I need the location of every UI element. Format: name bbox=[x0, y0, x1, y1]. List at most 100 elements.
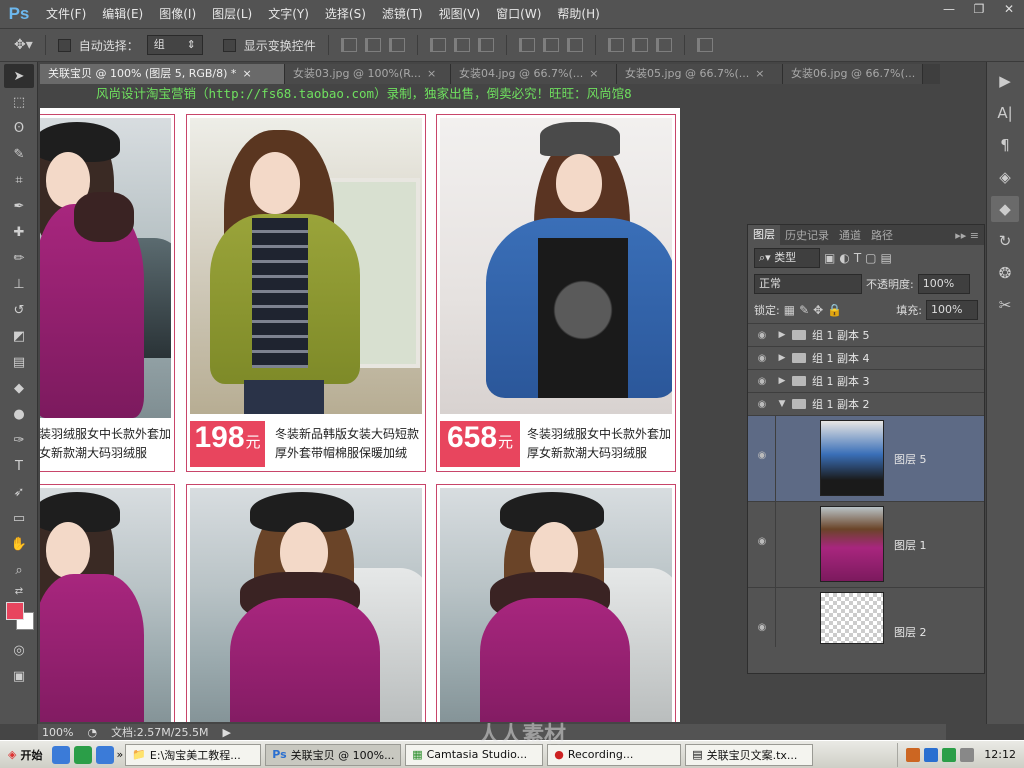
ie-icon[interactable] bbox=[52, 745, 71, 764]
menu-type[interactable]: 文字(Y) bbox=[260, 0, 317, 28]
close-tab-icon[interactable]: × bbox=[427, 67, 436, 80]
menu-filter[interactable]: 滤镜(T) bbox=[374, 0, 431, 28]
tab-doc-3[interactable]: 女装04.jpg @ 66.7%(... × bbox=[451, 64, 617, 84]
visibility-eye-icon[interactable]: ◉ bbox=[748, 330, 776, 341]
healing-brush-tool-icon[interactable]: ✚ bbox=[4, 220, 34, 244]
taskbar-photoshop[interactable]: Ps 关联宝贝 @ 100%... bbox=[265, 743, 402, 766]
tab-channels[interactable]: 通道 bbox=[834, 227, 866, 243]
taskbar-explorer[interactable]: 📁 E:\淘宝美工教程... bbox=[125, 743, 262, 766]
network-icon[interactable] bbox=[924, 747, 939, 762]
filter-pixel-icon[interactable]: ▣ bbox=[824, 251, 835, 265]
menu-window[interactable]: 窗口(W) bbox=[488, 0, 549, 28]
filter-adjust-icon[interactable]: ◐ bbox=[839, 251, 849, 265]
tab-doc-2[interactable]: 女装03.jpg @ 100%(R... × bbox=[285, 64, 451, 84]
taskbar-notepad[interactable]: ▤ 关联宝贝文案.tx... bbox=[685, 743, 814, 766]
menu-image[interactable]: 图像(I) bbox=[151, 0, 204, 28]
visibility-eye-icon[interactable]: ◉ bbox=[748, 450, 776, 461]
product-card-partial-1[interactable]: 装羽绒服女中长款外套加 女新款潮大码羽绒服 bbox=[40, 114, 175, 472]
move-tool-icon[interactable]: ➤ bbox=[4, 64, 34, 88]
align-bottom-icon[interactable] bbox=[388, 38, 405, 52]
security-icon[interactable] bbox=[942, 747, 957, 762]
pen-tool-icon[interactable]: ✑ bbox=[4, 428, 34, 452]
close-tab-icon[interactable]: × bbox=[755, 67, 764, 80]
visibility-column[interactable]: ◉ bbox=[748, 588, 776, 647]
visibility-column[interactable]: ◉ bbox=[748, 502, 776, 587]
visibility-eye-icon[interactable]: ◉ bbox=[748, 399, 776, 410]
restore-button[interactable]: ❐ bbox=[964, 0, 994, 18]
swap-colors-icon[interactable]: ⇄ bbox=[4, 584, 34, 598]
tab-paths[interactable]: 路径 bbox=[866, 227, 898, 243]
quick-select-tool-icon[interactable]: ✎ bbox=[4, 142, 34, 166]
color-swatches[interactable] bbox=[4, 600, 34, 636]
filter-smart-icon[interactable]: ▤ bbox=[881, 251, 892, 265]
history-brush-tool-icon[interactable]: ↺ bbox=[4, 298, 34, 322]
filter-shape-icon[interactable]: ▢ bbox=[865, 251, 876, 265]
quick-mask-icon[interactable]: ◎ bbox=[4, 638, 34, 662]
close-tab-icon[interactable]: × bbox=[242, 67, 251, 80]
align-hcenter-icon[interactable] bbox=[453, 38, 470, 52]
distribute-right-icon[interactable] bbox=[655, 38, 672, 52]
auto-select-dropdown[interactable]: 组 ⇕ bbox=[146, 35, 203, 55]
screen-mode-icon[interactable]: ▣ bbox=[4, 664, 34, 688]
layer-row-group[interactable]: ◉ ▶ 组 1 副本 3 bbox=[748, 369, 984, 392]
document-page[interactable]: 装羽绒服女中长款外套加 女新款潮大码羽绒服 198 元 冬装新品韩版女装大码短款 … bbox=[40, 108, 680, 722]
path-select-tool-icon[interactable]: ➶ bbox=[4, 480, 34, 504]
product-card-6[interactable] bbox=[436, 484, 676, 722]
lock-pixels-icon[interactable]: ✎ bbox=[799, 303, 809, 317]
expand-arrow-icon[interactable]: ▶ bbox=[776, 376, 788, 386]
menu-layer[interactable]: 图层(L) bbox=[204, 0, 260, 28]
auto-align-icon[interactable] bbox=[696, 38, 713, 52]
zoom-tool-icon[interactable]: ⌕ bbox=[4, 558, 34, 582]
layer-row-group[interactable]: ◉ ▶ 组 1 副本 4 bbox=[748, 346, 984, 369]
lasso-tool-icon[interactable]: ʘ bbox=[4, 116, 34, 140]
align-left-icon[interactable] bbox=[429, 38, 446, 52]
tab-layers[interactable]: 图层 bbox=[748, 225, 780, 245]
character-icon[interactable]: A| bbox=[991, 100, 1019, 126]
collapse-arrow-icon[interactable]: ▼ bbox=[776, 399, 788, 409]
close-tab-icon[interactable]: × bbox=[921, 67, 922, 80]
visibility-eye-icon[interactable]: ◉ bbox=[748, 622, 776, 633]
ime-icon[interactable] bbox=[906, 747, 921, 762]
more-quicklaunch-icon[interactable]: » bbox=[116, 748, 123, 761]
distribute-bottom-icon[interactable] bbox=[566, 38, 583, 52]
filter-type-icon[interactable]: T bbox=[854, 251, 861, 265]
volume-icon[interactable] bbox=[960, 747, 975, 762]
expand-arrow-icon[interactable]: ▶ bbox=[776, 330, 788, 340]
menu-select[interactable]: 选择(S) bbox=[317, 0, 374, 28]
opacity-input[interactable]: 100% bbox=[917, 274, 970, 294]
distribute-top-icon[interactable] bbox=[518, 38, 535, 52]
clone-stamp-tool-icon[interactable]: ⊥ bbox=[4, 272, 34, 296]
menu-edit[interactable]: 编辑(E) bbox=[94, 0, 151, 28]
lock-all-icon[interactable]: 🔒 bbox=[827, 303, 842, 317]
eyedropper-tool-icon[interactable]: ✒ bbox=[4, 194, 34, 218]
eraser-tool-icon[interactable]: ◩ bbox=[4, 324, 34, 348]
product-card-partial-4[interactable] bbox=[40, 484, 175, 722]
marquee-tool-icon[interactable]: ⬚ bbox=[4, 90, 34, 114]
menu-view[interactable]: 视图(V) bbox=[431, 0, 489, 28]
visibility-eye-icon[interactable]: ◉ bbox=[748, 376, 776, 387]
brush-tool-icon[interactable]: ✏ bbox=[4, 246, 34, 270]
start-button[interactable]: ◈ 开始 bbox=[0, 743, 50, 767]
status-arrow-icon[interactable]: ▶ bbox=[222, 726, 230, 739]
menu-help[interactable]: 帮助(H) bbox=[549, 0, 607, 28]
taskbar-recording[interactable]: ● Recording... bbox=[547, 743, 682, 766]
lock-position-icon[interactable]: ✥ bbox=[813, 303, 823, 317]
paragraph-icon[interactable]: ¶ bbox=[991, 132, 1019, 158]
auto-select-checkbox[interactable] bbox=[57, 38, 71, 52]
dodge-tool-icon[interactable]: ● bbox=[4, 402, 34, 426]
type-tool-icon[interactable]: T bbox=[4, 454, 34, 478]
shape-tool-icon[interactable]: ▭ bbox=[4, 506, 34, 530]
visibility-column[interactable]: ◉ bbox=[748, 416, 776, 501]
tab-history[interactable]: 历史记录 bbox=[780, 227, 834, 243]
channels-icon[interactable]: ❂ bbox=[991, 260, 1019, 286]
distribute-vcenter-icon[interactable] bbox=[542, 38, 559, 52]
expand-arrow-icon[interactable]: ▶ bbox=[776, 353, 788, 363]
fill-input[interactable]: 100% bbox=[926, 300, 978, 320]
gradient-tool-icon[interactable]: ▤ bbox=[4, 350, 34, 374]
tab-doc-1[interactable]: 关联宝贝 @ 100% (图层 5, RGB/8) * × bbox=[40, 64, 285, 84]
paths-icon[interactable]: ✂ bbox=[991, 292, 1019, 318]
blend-mode-dropdown[interactable]: 正常 bbox=[754, 274, 862, 294]
distribute-left-icon[interactable] bbox=[607, 38, 624, 52]
close-button[interactable]: ✕ bbox=[994, 0, 1024, 18]
visibility-eye-icon[interactable]: ◉ bbox=[748, 353, 776, 364]
